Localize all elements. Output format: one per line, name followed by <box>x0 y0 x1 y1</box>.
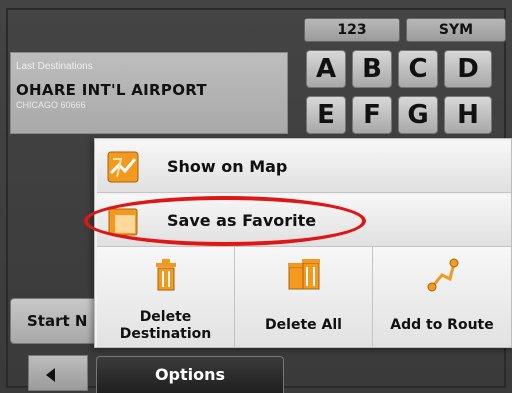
favorite-folder-icon <box>108 208 138 236</box>
start-navigation-button[interactable]: Start N <box>10 298 100 344</box>
key-b[interactable]: B <box>352 50 392 88</box>
options-tab[interactable]: Options <box>96 356 284 393</box>
route-icon <box>427 258 459 292</box>
trash-cans-icon <box>287 259 320 290</box>
add-to-route-label: Add to Route <box>390 317 494 333</box>
destination-address: CHICAGO 60666 <box>16 100 86 110</box>
show-on-map-item[interactable]: Show on Map <box>97 141 511 193</box>
save-as-favorite-label: Save as Favorite <box>167 211 317 230</box>
map-icon <box>107 151 139 183</box>
numeric-tab[interactable]: 123 <box>304 18 400 42</box>
key-h[interactable]: H <box>444 96 492 134</box>
options-popup: Show on Map Save as Favorite Delete Dest… <box>94 138 512 348</box>
key-c[interactable]: C <box>398 50 438 88</box>
delete-all-label: Delete All <box>265 317 342 333</box>
delete-destination-button[interactable]: Delete Destination <box>97 247 235 347</box>
key-g[interactable]: G <box>398 96 438 134</box>
delete-destination-line1: Delete <box>139 309 192 325</box>
show-on-map-label: Show on Map <box>167 157 288 176</box>
key-f[interactable]: F <box>352 96 392 134</box>
save-as-favorite-item[interactable]: Save as Favorite <box>97 195 511 247</box>
key-a[interactable]: A <box>306 50 346 88</box>
trash-can-icon <box>155 259 176 291</box>
delete-all-button[interactable]: Delete All <box>235 247 373 347</box>
delete-destination-line2: Destination <box>119 326 212 342</box>
key-d[interactable]: D <box>444 50 492 88</box>
back-button[interactable] <box>28 355 88 391</box>
last-destination-entry[interactable]: Last Destinations OHARE INT'L AIRPORT CH… <box>10 52 288 134</box>
symbol-tab[interactable]: SYM <box>406 18 506 42</box>
add-to-route-button[interactable]: Add to Route <box>373 247 511 347</box>
last-destinations-label: Last Destinations <box>16 61 93 72</box>
back-arrow-icon <box>46 368 55 382</box>
key-e[interactable]: E <box>306 96 346 134</box>
destination-name: OHARE INT'L AIRPORT <box>16 81 207 99</box>
